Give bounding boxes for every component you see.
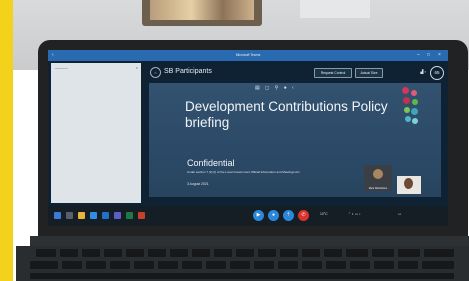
laptop-keyboard — [16, 246, 469, 281]
key — [278, 261, 298, 269]
actual-size-button[interactable]: Actual Size — [355, 68, 383, 78]
logo-dot — [412, 99, 418, 105]
logo-dot — [412, 118, 418, 124]
participants-title: SB Participants — [164, 68, 212, 75]
signal-icon: ▟ ▪ — [420, 69, 426, 74]
key — [36, 249, 56, 257]
window-titlebar: Microsoft Teams ‹ – □ × — [48, 50, 448, 61]
key — [422, 261, 454, 269]
key — [30, 261, 58, 269]
outlook-icon[interactable] — [102, 212, 109, 219]
key — [374, 261, 394, 269]
key — [214, 249, 232, 257]
key — [324, 249, 342, 257]
share-icon[interactable]: ⇡ — [283, 210, 294, 221]
temperature: 10°C — [320, 212, 328, 216]
excel-icon[interactable] — [126, 212, 133, 219]
participant-avatar — [373, 169, 383, 179]
participants-panel: ———— × — [51, 63, 141, 203]
key — [254, 261, 274, 269]
key — [86, 261, 106, 269]
clock: ▭ — [398, 212, 402, 216]
logo-dot — [411, 108, 418, 115]
back-icon[interactable]: ‹ — [52, 53, 57, 58]
key — [280, 249, 298, 257]
tray-icons[interactable]: ⌃ ◐ ▭ ♪ — [348, 212, 361, 216]
key — [398, 249, 420, 257]
key — [62, 261, 82, 269]
key — [158, 261, 178, 269]
logo-dot — [402, 87, 409, 94]
key — [346, 249, 368, 257]
minimize-icon[interactable]: – — [417, 53, 422, 58]
logo-dot — [404, 107, 410, 113]
key — [230, 261, 250, 269]
framed-photo — [150, 0, 254, 20]
close-icon[interactable]: × — [438, 53, 443, 58]
windows-start-icon[interactable] — [54, 212, 61, 219]
key — [60, 249, 78, 257]
slide-controls[interactable]: ▤ ◻ ⚲ ● ‹ — [255, 85, 296, 91]
request-control-button[interactable]: Request Control — [314, 68, 352, 78]
logo-dot — [405, 116, 411, 122]
shelf-item — [300, 0, 370, 18]
meeting-toolbar: ⌂ SB Participants Request Control Actual… — [144, 64, 448, 81]
key-row — [30, 273, 454, 279]
key — [398, 261, 418, 269]
search-icon[interactable] — [66, 212, 73, 219]
mic-icon[interactable]: ● — [268, 210, 279, 221]
panel-close-icon[interactable]: × — [136, 65, 138, 70]
key — [126, 249, 144, 257]
slide-date: 3 August 2021 — [187, 182, 209, 186]
participant-name: Mark Macfarlane — [368, 187, 388, 190]
self-avatar — [404, 178, 413, 189]
self-video-tile[interactable] — [397, 176, 421, 194]
key — [182, 261, 202, 269]
key — [258, 249, 276, 257]
slide-title: Development Contributions Policy briefin… — [185, 99, 388, 130]
participant-video-tile[interactable]: Mark Macfarlane — [364, 165, 392, 191]
hangup-icon[interactable]: ✆ — [298, 210, 309, 221]
key — [206, 261, 226, 269]
key — [134, 261, 154, 269]
key — [350, 261, 370, 269]
slide-subtitle: Confidential — [187, 158, 235, 168]
key — [104, 249, 122, 257]
windows-taskbar: ▶ ● ⇡ ✆ 10°C ⌃ ◐ ▭ ♪ ▭ — [48, 206, 448, 226]
key — [110, 261, 130, 269]
logo-dot — [403, 97, 410, 104]
breakout-icon[interactable]: ⌂ — [150, 67, 161, 78]
key — [302, 249, 320, 257]
laptop-screen: Microsoft Teams ‹ – □ × ———— × ⌂ SB Part… — [48, 50, 448, 226]
maximize-icon[interactable]: □ — [427, 53, 432, 58]
window-title: Microsoft Teams — [235, 53, 261, 57]
accent-bar — [0, 0, 13, 281]
shared-slide: ▤ ◻ ⚲ ● ‹ Development Contributions Poli… — [149, 83, 441, 197]
key — [424, 249, 454, 257]
key — [192, 249, 210, 257]
powerpoint-icon[interactable] — [138, 212, 145, 219]
teams-icon[interactable] — [114, 212, 121, 219]
logo-dot — [411, 90, 417, 96]
key — [302, 261, 322, 269]
edge-icon[interactable] — [90, 212, 97, 219]
key — [372, 249, 394, 257]
key — [148, 249, 166, 257]
photo: Microsoft Teams ‹ – □ × ———— × ⌂ SB Part… — [0, 0, 469, 281]
key — [236, 249, 254, 257]
key — [326, 261, 346, 269]
key — [170, 249, 188, 257]
panel-header: ———— — [55, 66, 68, 70]
folder-icon[interactable] — [78, 212, 85, 219]
timer-icon: 65 — [430, 66, 444, 80]
key — [82, 249, 100, 257]
camera-icon[interactable]: ▶ — [253, 210, 264, 221]
